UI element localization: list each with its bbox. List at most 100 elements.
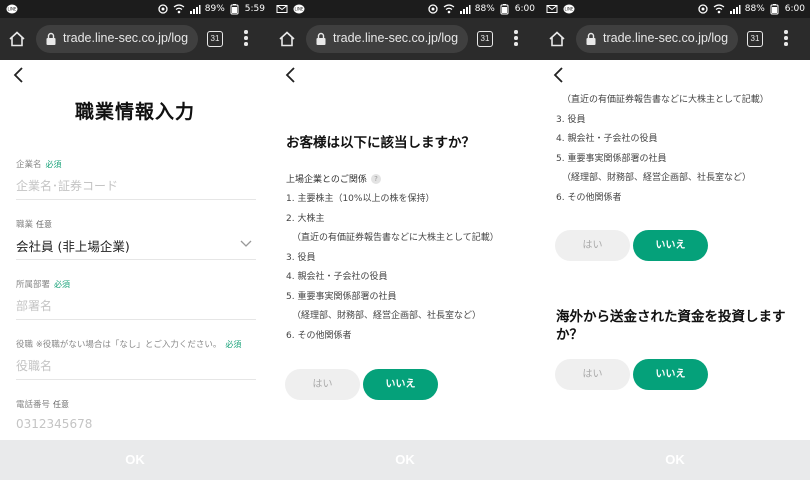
url-bar[interactable]: trade.line-sec.co.jp/log (576, 25, 738, 53)
status-time: 5:59 (244, 4, 265, 14)
yes-button[interactable]: はい (555, 359, 630, 390)
mail-icon (276, 5, 288, 13)
list-item: 3. 役員 (556, 114, 586, 125)
battery-percent: 89% (204, 4, 225, 14)
home-icon[interactable] (278, 30, 296, 48)
relationship-list: 1. 主要株主（10%以上の株を保持） 2. 大株主 （直近の有価証券報告書など… (286, 190, 536, 346)
optional-badge: 任意 (36, 220, 53, 229)
field-label: 役職 ※役職がない場合は「なし」とご入力ください。 (16, 340, 222, 350)
question-title: 海外から送金された資金を投資しますか？ (556, 309, 786, 343)
ok-button[interactable]: OK (540, 440, 810, 480)
occupation-select[interactable]: 会社員 (非上場企業) (16, 236, 130, 255)
tab-switcher-button[interactable]: 31 (747, 31, 763, 47)
field-underline (16, 319, 256, 320)
help-icon[interactable]: ? (370, 173, 381, 184)
department-field[interactable]: 所属部署 必須 部署名 (16, 278, 256, 320)
phone-screen-question1: LINE 88% 6:00 trade.line-sec.co.jp/log 3… (270, 0, 540, 480)
signal-icon (729, 5, 741, 14)
url-text: trade.line-sec.co.jp/log (603, 31, 729, 45)
status-bar: LINE 89% 5:59 (0, 0, 270, 18)
chevron-down-icon[interactable] (240, 240, 252, 248)
phone-number-input[interactable]: 0312345678 (16, 417, 92, 431)
company-name-field[interactable]: 企業名 必須 企業名･証券コード (16, 158, 256, 200)
list-item: （経理部、財務部、経営企画部、社長室など） (292, 311, 482, 321)
overflow-menu-icon[interactable] (243, 30, 249, 48)
field-label: 所属部署 (16, 280, 51, 290)
browser-toolbar: trade.line-sec.co.jp/log 31 (540, 18, 810, 60)
url-bar[interactable]: trade.line-sec.co.jp/log (306, 25, 468, 53)
line-app-icon: LINE (293, 4, 305, 14)
list-item: （直近の有価証券報告書などに大株主として記載） (292, 233, 499, 243)
no-button[interactable]: いいえ (633, 230, 708, 261)
status-bar: LINE 88% 6:00 (270, 0, 540, 18)
overflow-menu-icon[interactable] (783, 30, 789, 48)
list-item: 6. その他関係者 (556, 192, 622, 203)
tab-switcher-button[interactable]: 31 (477, 31, 493, 47)
back-arrow-icon[interactable] (552, 66, 566, 84)
back-arrow-icon[interactable] (284, 66, 298, 84)
no-button[interactable]: いいえ (363, 369, 438, 400)
ok-button[interactable]: OK (270, 440, 540, 480)
battery-icon (500, 4, 509, 15)
battery-percent: 88% (474, 4, 495, 14)
signal-icon (459, 5, 471, 14)
url-bar[interactable]: trade.line-sec.co.jp/log (36, 25, 198, 53)
line-app-icon: LINE (6, 4, 18, 14)
field-label: 企業名 (16, 160, 42, 170)
required-badge: 必須 (54, 280, 71, 289)
no-button[interactable]: いいえ (633, 359, 708, 390)
status-time: 6:00 (514, 4, 535, 14)
ok-button[interactable]: OK (0, 440, 270, 480)
signal-icon (189, 5, 201, 14)
battery-icon (770, 4, 779, 15)
phone-screen-form: LINE 89% 5:59 trade.line-sec.co.jp/log 3… (0, 0, 270, 480)
page-title: 職業情報入力 (74, 101, 195, 123)
lock-icon (586, 32, 596, 45)
sync-icon (158, 4, 168, 14)
sync-icon (428, 4, 438, 14)
field-underline (16, 379, 256, 380)
sublabel-text: 上場企業とのご関係 (286, 175, 367, 185)
field-label: 職業 (16, 220, 34, 230)
list-item: （経理部、財務部、経営企画部、社長室など） (562, 173, 752, 183)
relationship-label: 上場企業とのご関係 ? (286, 172, 381, 185)
sync-icon (698, 4, 708, 14)
required-badge: 必須 (45, 160, 62, 169)
tab-switcher-button[interactable]: 31 (207, 31, 223, 47)
list-item: 2. 大株主 (286, 213, 325, 224)
status-time: 6:00 (784, 4, 805, 14)
svg-text:LINE: LINE (8, 7, 17, 12)
home-icon[interactable] (8, 30, 26, 48)
list-item: 4. 親会社・子会社の役員 (286, 272, 388, 282)
field-label: 電話番号 (16, 400, 51, 410)
optional-badge: 任意 (53, 400, 70, 409)
browser-toolbar: trade.line-sec.co.jp/log 31 (270, 18, 540, 60)
list-item: 6. その他関係者 (286, 330, 352, 341)
wifi-icon (713, 4, 725, 14)
list-item: 5. 重要事実関係部署の社員 (556, 153, 667, 164)
phone-number-field[interactable]: 電話番号 任意 0312345678 (16, 398, 256, 431)
battery-percent: 88% (744, 4, 765, 14)
field-underline (16, 199, 256, 200)
phone-screen-question2: LINE 88% 6:00 trade.line-sec.co.jp/log 3… (540, 0, 810, 480)
required-badge: 必須 (225, 340, 242, 349)
list-item: 1. 主要株主（10%以上の株を保持） (286, 194, 435, 204)
url-text: trade.line-sec.co.jp/log (333, 31, 459, 45)
department-input[interactable]: 部署名 (16, 297, 52, 314)
overflow-menu-icon[interactable] (513, 30, 519, 48)
occupation-field[interactable]: 職業 任意 会社員 (非上場企業) (16, 218, 256, 260)
field-underline (16, 259, 256, 260)
line-app-icon: LINE (563, 4, 575, 14)
home-icon[interactable] (548, 30, 566, 48)
browser-toolbar: trade.line-sec.co.jp/log 31 (0, 18, 270, 60)
url-text: trade.line-sec.co.jp/log (63, 31, 189, 45)
company-name-input[interactable]: 企業名･証券コード (16, 177, 118, 194)
job-title-field[interactable]: 役職 ※役職がない場合は「なし」とご入力ください。 必須 役職名 (16, 338, 256, 380)
list-item: （直近の有価証券報告書などに大株主として記載） (562, 95, 769, 105)
job-title-input[interactable]: 役職名 (16, 357, 52, 374)
list-item: 5. 重要事実関係部署の社員 (286, 291, 397, 302)
relationship-list: （直近の有価証券報告書などに大株主として記載） 3. 役員 4. 親会社・子会社… (556, 91, 806, 208)
yes-button[interactable]: はい (555, 230, 630, 261)
yes-button[interactable]: はい (285, 369, 360, 400)
back-arrow-icon[interactable] (12, 66, 26, 84)
